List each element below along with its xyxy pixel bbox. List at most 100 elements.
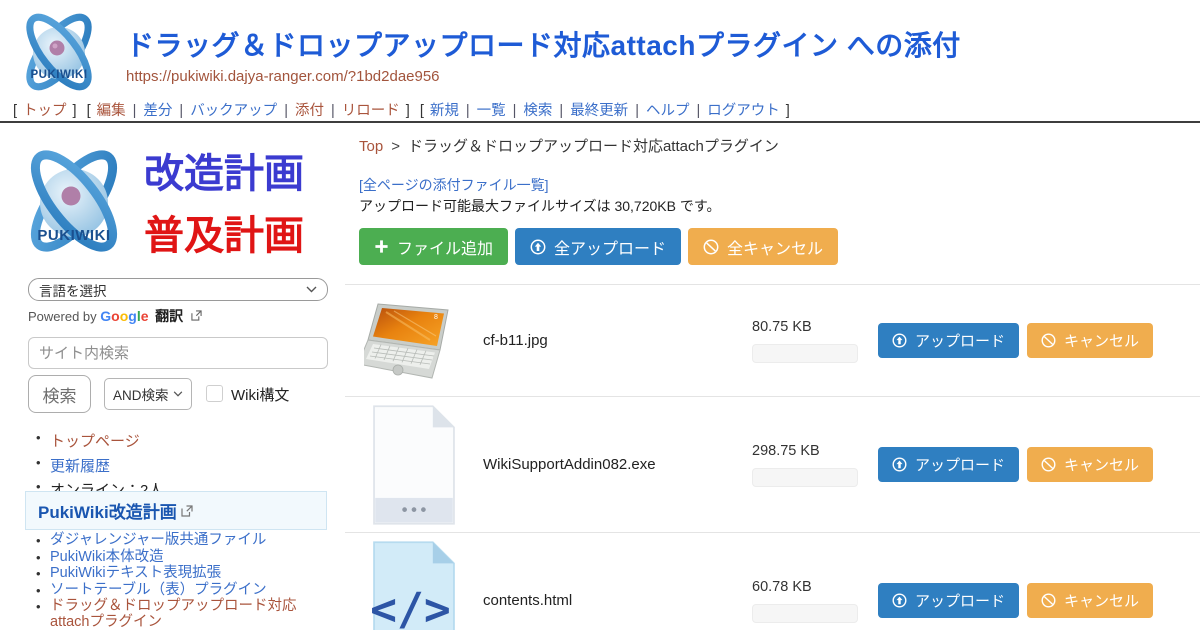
breadcrumb-current: ドラッグ＆ドロップアップロード対応attachプラグイン [408, 138, 779, 155]
file-thumbnail: </> [353, 539, 475, 630]
upload-button[interactable]: アップロード [878, 323, 1019, 358]
sidebar-site-logo[interactable]: PUKIWIKI 改造計画 普及計画 [16, 139, 332, 269]
file-actions: アップロード キャンセル [878, 583, 1200, 618]
nav-separator: | [635, 103, 639, 119]
nav-item-logout[interactable]: ログアウト [707, 103, 780, 119]
file-name: WikiSupportAddin082.exe [475, 456, 752, 473]
nav-item-edit[interactable]: 編集 [97, 103, 126, 119]
file-size: 298.75 KB [752, 443, 864, 459]
nav-separator: | [284, 103, 288, 119]
list-item: ソートテーブル（表）プラグイン [50, 583, 328, 599]
upload-file-list: 8 cf-b11.jpg [345, 284, 1200, 630]
site-search-input[interactable] [28, 337, 328, 369]
page-title: ドラッグ＆ドロップアップロード対応attachプラグイン への添付 [126, 24, 961, 64]
page-url-link[interactable]: https://pukiwiki.dajya-ranger.com/?1bd2d… [126, 68, 440, 85]
svg-text:8: 8 [434, 314, 438, 321]
nav-separator: | [179, 103, 183, 119]
main-content: Top > ドラッグ＆ドロップアップロード対応attachプラグイン [全ページの添… [345, 123, 1200, 630]
svg-text:PUKIWIKI: PUKIWIKI [30, 69, 87, 81]
file-row: WikiSupportAddin082.exe 298.75 KB アップロード [345, 397, 1200, 533]
max-filesize-text: アップロード可能最大ファイルサイズは 30,720KB です。 [359, 196, 720, 216]
file-row: </> contents.html 60.78 KB アップロード [345, 533, 1200, 630]
file-thumbnail [353, 403, 475, 527]
site-logo-icon: PUKIWIKI 改造計画 普及計画 [16, 139, 332, 269]
nav-separator: | [696, 103, 700, 119]
upload-button[interactable]: アップロード [878, 583, 1019, 618]
nav-separator: | [513, 103, 517, 119]
sidebar-link-history[interactable]: 更新履歴 [50, 458, 110, 475]
upload-all-button[interactable]: 全アップロード [515, 228, 681, 265]
file-size-block: 80.75 KB [752, 319, 864, 363]
breadcrumb-home-link[interactable]: Top [359, 138, 383, 155]
nav-item-search[interactable]: 検索 [523, 103, 552, 119]
file-size: 60.78 KB [752, 579, 864, 595]
chevron-down-icon [173, 391, 183, 397]
generic-file-icon [367, 403, 461, 527]
progress-bar [752, 604, 858, 623]
list-item: ダジャレンジャー版共通ファイル [50, 533, 328, 549]
pukiwiki-attach-page: PUKIWIKI ドラッグ＆ドロップアップロード対応attachプラグイン への… [0, 0, 1200, 630]
search-mode-select[interactable]: AND検索 [104, 378, 192, 410]
google-translate-attribution[interactable]: Powered by Google 翻訳 [28, 306, 202, 326]
ban-icon [703, 239, 719, 255]
top-navigation: [トップ] [編集|差分|バックアップ|添付|リロード] [新規|一覧|検索|最… [10, 99, 793, 120]
sidebar-link-sort-table[interactable]: ソートテーブル（表）プラグイン [50, 582, 267, 598]
nav-separator: | [133, 103, 137, 119]
external-link-icon [191, 310, 202, 321]
nav-bracket: ] [786, 103, 790, 119]
nav-item-new[interactable]: 新規 [430, 103, 459, 119]
svg-text:PUKIWIKI: PUKIWIKI [37, 227, 110, 244]
file-size-block: 60.78 KB [752, 579, 864, 623]
file-actions: アップロード キャンセル [878, 323, 1200, 358]
file-actions: アップロード キャンセル [878, 447, 1200, 482]
upload-button[interactable]: アップロード [878, 447, 1019, 482]
upload-circle-icon [892, 457, 907, 472]
atom-logo-icon: PUKIWIKI [10, 6, 108, 98]
list-item: トップページ [50, 430, 163, 451]
language-select[interactable]: 言語を選択 [28, 278, 328, 301]
progress-bar [752, 468, 858, 487]
nav-separator: | [559, 103, 563, 119]
all-attachments-link[interactable]: [全ページの添付ファイル一覧] [359, 175, 549, 195]
nav-item-list[interactable]: 一覧 [477, 103, 506, 119]
nav-bracket: [ [420, 103, 424, 119]
ban-icon [1041, 457, 1056, 472]
plus-icon [374, 239, 389, 254]
file-size: 80.75 KB [752, 319, 864, 335]
cancel-button[interactable]: キャンセル [1027, 447, 1153, 482]
ban-icon [1041, 593, 1056, 608]
search-mode-value: AND検索 [113, 384, 169, 404]
sidebar-link-dragdrop-attach[interactable]: ドラッグ＆ドロップアップロード対応attachプラグイン [50, 598, 297, 630]
file-row: 8 cf-b11.jpg [345, 285, 1200, 397]
nav-item-reload[interactable]: リロード [342, 103, 400, 119]
cancel-button[interactable]: キャンセル [1027, 323, 1153, 358]
wiki-syntax-label: Wiki構文 [231, 384, 289, 405]
powered-by-text: Powered by [28, 309, 97, 324]
cancel-all-button[interactable]: 全キャンセル [688, 228, 838, 265]
sidebar-link-core-mod[interactable]: PukiWiki本体改造 [50, 549, 164, 565]
sidebar-link-toppage[interactable]: トップページ [50, 433, 140, 450]
nav-item-backup[interactable]: バックアップ [190, 103, 277, 119]
search-button[interactable]: 検索 [28, 375, 91, 413]
file-size-block: 298.75 KB [752, 443, 864, 487]
list-item: 更新履歴 [50, 455, 163, 476]
breadcrumb-separator: > [391, 138, 400, 155]
progress-bar [752, 344, 858, 363]
add-files-button[interactable]: ファイル追加 [359, 228, 508, 265]
project-box-label: PukiWiki改造計画 [38, 498, 177, 523]
file-name: cf-b11.jpg [475, 332, 752, 349]
file-name: contents.html [475, 592, 752, 609]
nav-item-top[interactable]: トップ [23, 103, 67, 119]
project-box-link[interactable]: PukiWiki改造計画 [25, 491, 327, 530]
cancel-button[interactable]: キャンセル [1027, 583, 1153, 618]
nav-item-help[interactable]: ヘルプ [646, 103, 690, 119]
laptop-photo-thumbnail: 8 [364, 300, 464, 382]
pukiwiki-logo[interactable]: PUKIWIKI [10, 6, 108, 98]
wiki-syntax-checkbox[interactable] [206, 385, 223, 402]
nav-item-recent[interactable]: 最終更新 [570, 103, 628, 119]
nav-item-attach[interactable]: 添付 [295, 103, 324, 119]
sidebar-link-common-files[interactable]: ダジャレンジャー版共通ファイル [50, 532, 266, 548]
nav-item-diff[interactable]: 差分 [143, 103, 172, 119]
sidebar: PUKIWIKI 改造計画 普及計画 言語を選択 Powered by Goog… [0, 123, 345, 630]
sidebar-link-text-ext[interactable]: PukiWikiテキスト表現拡張 [50, 565, 221, 581]
